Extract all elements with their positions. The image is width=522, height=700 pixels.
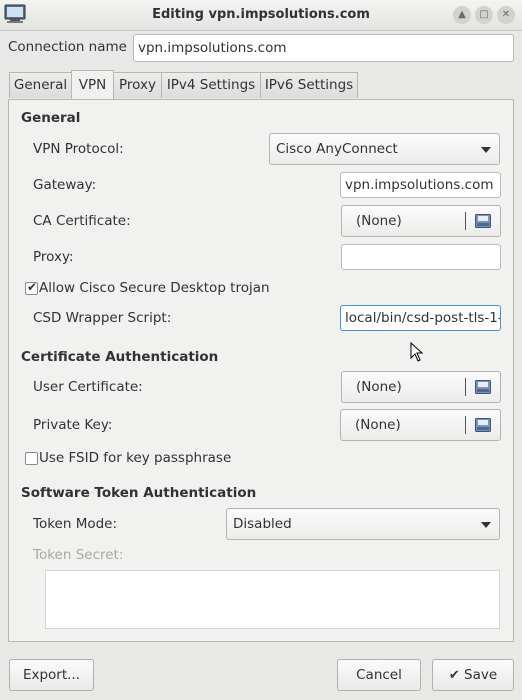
- close-icon[interactable]: ✕: [497, 6, 515, 24]
- csd-trojan-checkbox[interactable]: ✔: [25, 280, 38, 295]
- restore-icon[interactable]: □: [475, 6, 493, 24]
- checkmark-icon: ✔: [448, 668, 460, 683]
- private-key-chooser[interactable]: (None): [340, 409, 501, 441]
- certificate-file-icon: [475, 214, 491, 228]
- ca-certificate-chooser[interactable]: (None): [341, 205, 501, 237]
- private-key-label: Private Key:: [33, 417, 113, 433]
- chooser-separator: [465, 416, 466, 434]
- tab-proxy[interactable]: Proxy: [113, 72, 162, 98]
- private-key-value: (None): [355, 417, 401, 433]
- connection-name-label: Connection name: [8, 39, 127, 55]
- ca-certificate-label: CA Certificate:: [33, 213, 131, 229]
- token-mode-label: Token Mode:: [33, 516, 118, 532]
- connection-name-input[interactable]: vpn.impsolutions.com: [133, 34, 514, 62]
- certificate-authentication-heading: Certificate Authentication: [21, 349, 219, 365]
- checkmark-icon: ✔: [27, 280, 38, 294]
- tab-vpn[interactable]: VPN: [71, 70, 114, 100]
- cancel-button[interactable]: Cancel: [337, 659, 421, 691]
- software-token-heading: Software Token Authentication: [21, 485, 257, 501]
- fsid-checkbox[interactable]: [25, 452, 38, 465]
- user-certificate-value: (None): [356, 379, 402, 395]
- dropdown-arrow-icon: [481, 522, 491, 528]
- tab-general[interactable]: General: [9, 72, 72, 98]
- tab-ipv4-settings[interactable]: IPv4 Settings: [161, 72, 261, 98]
- csd-wrapper-input[interactable]: local/bin/csd-post-tls-1-: [340, 305, 501, 331]
- chooser-separator: [465, 378, 466, 396]
- fsid-label: Use FSID for key passphrase: [39, 450, 232, 466]
- token-mode-value: Disabled: [233, 516, 292, 532]
- ca-certificate-value: (None): [356, 213, 402, 229]
- token-secret-textarea: [45, 570, 500, 629]
- export-button[interactable]: Export...: [9, 659, 94, 691]
- token-secret-label: Token Secret:: [33, 547, 124, 563]
- proxy-label: Proxy:: [33, 249, 74, 265]
- gateway-input[interactable]: vpn.impsolutions.com: [340, 172, 501, 198]
- vpn-protocol-dropdown[interactable]: Cisco AnyConnect: [269, 133, 500, 165]
- vpn-protocol-value: Cisco AnyConnect: [276, 141, 398, 157]
- vpn-protocol-label: VPN Protocol:: [33, 141, 124, 157]
- user-certificate-label: User Certificate:: [33, 379, 143, 395]
- proxy-input[interactable]: [341, 244, 501, 270]
- key-file-icon: [475, 418, 491, 432]
- gateway-label: Gateway:: [33, 177, 97, 193]
- save-label: Save: [464, 667, 498, 683]
- csd-wrapper-label: CSD Wrapper Script:: [33, 310, 172, 326]
- dropdown-arrow-icon: [481, 147, 491, 153]
- mouse-pointer-icon: [410, 342, 424, 362]
- user-certificate-chooser[interactable]: (None): [341, 371, 501, 403]
- token-mode-dropdown[interactable]: Disabled: [226, 508, 500, 540]
- chooser-separator: [465, 212, 466, 230]
- save-button[interactable]: ✔ Save: [432, 659, 514, 691]
- window-title: Editing vpn.impsolutions.com: [152, 7, 370, 22]
- general-heading: General: [21, 110, 81, 126]
- tab-ipv6-settings[interactable]: IPv6 Settings: [260, 72, 358, 98]
- certificate-file-icon: [475, 380, 491, 394]
- title-bar[interactable]: Editing vpn.impsolutions.com ▲ □ ✕: [0, 0, 522, 31]
- csd-trojan-label: Allow Cisco Secure Desktop trojan: [39, 280, 270, 296]
- up-icon[interactable]: ▲: [453, 6, 471, 24]
